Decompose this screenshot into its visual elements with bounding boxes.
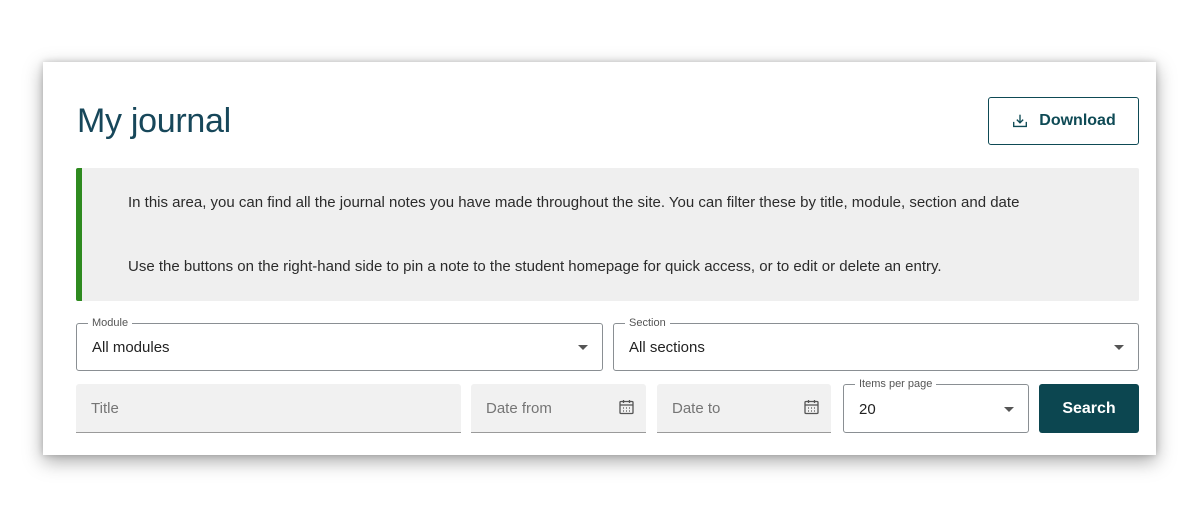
info-paragraph-1: In this area, you can find all the journ…	[128, 194, 1020, 211]
date-from-placeholder: Date from	[486, 400, 552, 417]
search-button[interactable]: Search	[1039, 384, 1139, 433]
title-placeholder: Title	[91, 400, 119, 417]
download-icon	[1013, 114, 1028, 128]
items-per-page-label: Items per page	[855, 377, 937, 391]
title-input[interactable]: Title	[76, 384, 461, 433]
date-to-input[interactable]: Date to	[657, 384, 831, 433]
chevron-down-icon	[1114, 345, 1124, 350]
info-box: In this area, you can find all the journ…	[76, 168, 1139, 301]
items-per-page-value: 20	[859, 401, 876, 418]
items-per-page-select[interactable]: Items per page 20	[843, 377, 1029, 433]
journal-card: My journal Download In this area, you ca…	[43, 62, 1156, 455]
module-select[interactable]: Module All modules	[76, 316, 603, 371]
section-value: All sections	[629, 339, 705, 356]
module-label: Module	[88, 316, 133, 330]
section-label: Section	[625, 316, 670, 330]
chevron-down-icon	[578, 345, 588, 350]
module-value: All modules	[92, 339, 170, 356]
download-button[interactable]: Download	[988, 97, 1139, 145]
date-from-input[interactable]: Date from	[471, 384, 646, 433]
info-paragraph-2: Use the buttons on the right-hand side t…	[128, 258, 942, 275]
calendar-icon[interactable]	[804, 399, 819, 415]
section-select[interactable]: Section All sections	[613, 316, 1139, 371]
calendar-icon[interactable]	[619, 399, 634, 415]
page-title: My journal	[77, 102, 231, 140]
chevron-down-icon	[1004, 407, 1014, 412]
download-label: Download	[1039, 112, 1116, 129]
date-to-placeholder: Date to	[672, 400, 721, 417]
